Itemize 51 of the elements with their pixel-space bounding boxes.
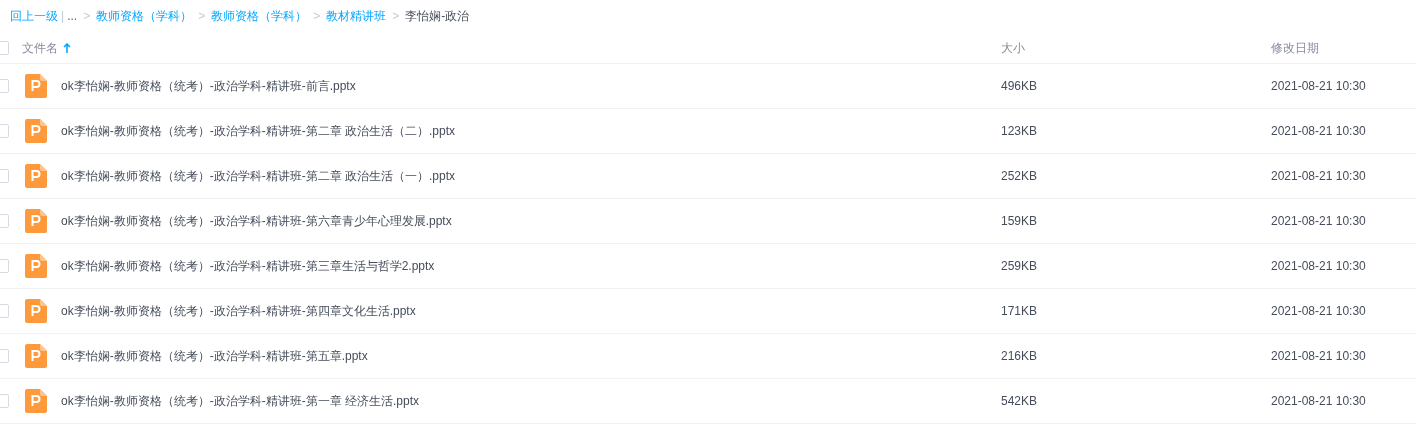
chevron-icon: > bbox=[313, 7, 321, 25]
file-name[interactable]: ok李怡娴-教师资格（统考）-政治学科-精讲班-第二章 政治生活（一）.pptx bbox=[61, 167, 455, 185]
ellipsis: ... bbox=[67, 8, 78, 25]
presentation-file-icon bbox=[25, 74, 47, 98]
chevron-icon: > bbox=[392, 7, 400, 25]
file-name[interactable]: ok李怡娴-教师资格（统考）-政治学科-精讲班-第六章青少年心理发展.pptx bbox=[61, 212, 452, 230]
file-name[interactable]: ok李怡娴-教师资格（统考）-政治学科-精讲班-第五章.pptx bbox=[61, 347, 368, 365]
modified-date: 2021-08-21 10:30 bbox=[1271, 258, 1366, 275]
column-header[interactable]: 修改日期 bbox=[1271, 38, 1319, 57]
modified-date: 2021-08-21 10:30 bbox=[1271, 348, 1366, 365]
presentation-file-icon bbox=[25, 344, 47, 368]
modified-date: 2021-08-21 10:30 bbox=[1271, 393, 1366, 410]
file-size: 542KB bbox=[1001, 393, 1039, 410]
presentation-file-icon bbox=[25, 209, 47, 233]
modified-date: 2021-08-21 10:30 bbox=[1271, 78, 1366, 95]
modified-date: 2021-08-21 10:30 bbox=[1271, 213, 1366, 230]
column-header[interactable]: 大小 bbox=[1001, 38, 1025, 57]
separator: | bbox=[61, 8, 65, 25]
presentation-file-icon bbox=[25, 254, 47, 278]
file-size: 123KB bbox=[1001, 123, 1039, 140]
breadcrumb-current: 李怡娴-政治 bbox=[405, 8, 470, 25]
file-size: 252KB bbox=[1001, 168, 1039, 185]
modified-date: 2021-08-21 10:30 bbox=[1271, 168, 1366, 185]
presentation-file-icon bbox=[25, 389, 47, 413]
file-row[interactable]: ok李怡娴-教师资格（统考）-政治学科-精讲班-第五章.pptx 216KB 2021-08-21 10:30 bbox=[0, 334, 1416, 379]
column-header[interactable]: 文件名 bbox=[22, 38, 71, 57]
chevron-icon: > bbox=[198, 7, 206, 25]
file-name[interactable]: ok李怡娴-教师资格（统考）-政治学科-精讲班-第一章 经济生活.pptx bbox=[61, 392, 419, 410]
file-row[interactable]: ok李怡娴-教师资格（统考）-政治学科-精讲班-第六章青少年心理发展.pptx 159KB 2021-08-21 10:30 bbox=[0, 199, 1416, 244]
file-size: 159KB bbox=[1001, 213, 1039, 230]
file-name[interactable]: ok李怡娴-教师资格（统考）-政治学科-精讲班-第二章 政治生活（二）.pptx bbox=[61, 122, 455, 140]
file-name[interactable]: ok李怡娴-教师资格（统考）-政治学科-精讲班-第四章文化生活.pptx bbox=[61, 302, 416, 320]
chevron-icon: > bbox=[83, 7, 91, 25]
file-size: 496KB bbox=[1001, 78, 1039, 95]
presentation-file-icon bbox=[25, 119, 47, 143]
file-size: 259KB bbox=[1001, 258, 1039, 275]
file-size: 171KB bbox=[1001, 303, 1039, 320]
presentation-file-icon bbox=[25, 164, 47, 188]
file-row[interactable]: ok李怡娴-教师资格（统考）-政治学科-精讲班-第四章文化生活.pptx 171KB 2021-08-21 10:30 bbox=[0, 289, 1416, 334]
sort-arrow-icon bbox=[63, 42, 71, 53]
file-row[interactable]: ok李怡娴-教师资格（统考）-政治学科-精讲班-第二章 政治生活（一）.pptx 252KB 2021-08-21 10:30 bbox=[0, 154, 1416, 199]
file-name[interactable]: ok李怡娴-教师资格（统考）-政治学科-精讲班-第三章生活与哲学2.pptx bbox=[61, 257, 435, 275]
file-row[interactable]: ok李怡娴-教师资格（统考）-政治学科-精讲班-第三章生活与哲学2.pptx 259KB 2021-08-21 10:30 bbox=[0, 244, 1416, 289]
modified-date: 2021-08-21 10:30 bbox=[1271, 123, 1366, 140]
file-row[interactable]: ok李怡娴-教师资格（统考）-政治学科-精讲班-第一章 经济生活.pptx 542KB 2021-08-21 10:30 bbox=[0, 379, 1416, 424]
file-size: 216KB bbox=[1001, 348, 1039, 365]
file-name[interactable]: ok李怡娴-教师资格（统考）-政治学科-精讲班-前言.pptx bbox=[61, 77, 356, 95]
file-row[interactable]: ok李怡娴-教师资格（统考）-政治学科-精讲班-前言.pptx 496KB 2021-08-21 10:30 bbox=[0, 64, 1416, 109]
modified-date: 2021-08-21 10:30 bbox=[1271, 303, 1366, 320]
presentation-file-icon bbox=[25, 299, 47, 323]
file-row[interactable]: ok李怡娴-教师资格（统考）-政治学科-精讲班-第二章 政治生活（二）.pptx 123KB 2021-08-21 10:30 bbox=[0, 109, 1416, 154]
